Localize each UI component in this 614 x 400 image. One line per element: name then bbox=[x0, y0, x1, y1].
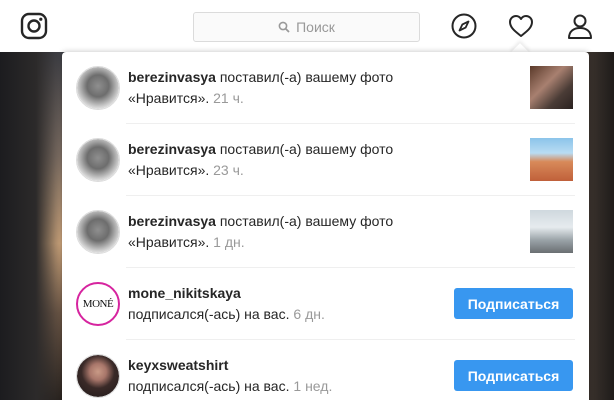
notification-quote: «Нравится». bbox=[128, 162, 210, 178]
notification-quote: «Нравится». bbox=[128, 234, 210, 250]
notification-time: 6 дн. bbox=[293, 306, 325, 322]
avatar[interactable] bbox=[76, 138, 120, 182]
search-placeholder: Поиск bbox=[296, 19, 335, 35]
photo-shadow-left bbox=[0, 52, 60, 400]
notification-action: поставил(-а) вашему фото bbox=[219, 141, 394, 157]
notification-quote: «Нравится». bbox=[128, 90, 210, 106]
post-thumbnail[interactable] bbox=[530, 210, 573, 253]
username-link[interactable]: mone_nikitskaya bbox=[128, 285, 241, 301]
avatar[interactable] bbox=[76, 210, 120, 254]
notification-item[interactable]: MONÉ mone_nikitskaya подписался(-ась) на… bbox=[62, 268, 589, 340]
notification-action: подписался(-ась) на вас. bbox=[128, 306, 290, 322]
avatar-logo-text: MONÉ bbox=[80, 286, 116, 322]
notification-text: berezinvasya поставил(-а) вашему фото «Н… bbox=[128, 211, 458, 253]
profile-icon[interactable] bbox=[566, 12, 594, 40]
notification-text: berezinvasya поставил(-а) вашему фото «Н… bbox=[128, 67, 458, 109]
avatar[interactable] bbox=[76, 354, 120, 398]
notification-item[interactable]: berezinvasya поставил(-а) вашему фото «Н… bbox=[62, 196, 589, 268]
post-thumbnail[interactable] bbox=[530, 66, 573, 109]
username-link[interactable]: berezinvasya bbox=[128, 141, 216, 157]
notification-text: mone_nikitskaya подписался(-ась) на вас.… bbox=[128, 283, 458, 325]
notification-action: поставил(-а) вашему фото bbox=[219, 69, 394, 85]
follow-button[interactable]: Подписаться bbox=[454, 360, 573, 391]
instagram-logo-icon[interactable] bbox=[20, 12, 48, 40]
notification-time: 1 дн. bbox=[213, 234, 245, 250]
notification-time: 23 ч. bbox=[213, 162, 244, 178]
notification-action: поставил(-а) вашему фото bbox=[219, 213, 394, 229]
username-link[interactable]: berezinvasya bbox=[128, 213, 216, 229]
notification-action: подписался(-ась) на вас. bbox=[128, 378, 290, 394]
notification-time: 21 ч. bbox=[213, 90, 244, 106]
heart-icon[interactable] bbox=[507, 12, 535, 40]
explore-compass-icon[interactable] bbox=[450, 12, 478, 40]
notification-item[interactable]: berezinvasya поставил(-а) вашему фото «Н… bbox=[62, 52, 589, 124]
username-link[interactable]: berezinvasya bbox=[128, 69, 216, 85]
follow-button[interactable]: Подписаться bbox=[454, 288, 573, 319]
notification-item[interactable]: keyxsweatshirt подписался(-ась) на вас. … bbox=[62, 340, 589, 400]
notification-time: 1 нед. bbox=[293, 378, 333, 394]
notification-item[interactable]: berezinvasya поставил(-а) вашему фото «Н… bbox=[62, 124, 589, 196]
activity-dropdown: berezinvasya поставил(-а) вашему фото «Н… bbox=[62, 52, 589, 400]
avatar[interactable]: MONÉ bbox=[76, 282, 120, 326]
notification-text: keyxsweatshirt подписался(-ась) на вас. … bbox=[128, 355, 458, 397]
search-input[interactable]: Поиск bbox=[193, 12, 420, 42]
notification-text: berezinvasya поставил(-а) вашему фото «Н… bbox=[128, 139, 458, 181]
search-icon bbox=[278, 21, 290, 33]
post-thumbnail[interactable] bbox=[530, 138, 573, 181]
username-link[interactable]: keyxsweatshirt bbox=[128, 357, 228, 373]
avatar[interactable] bbox=[76, 66, 120, 110]
